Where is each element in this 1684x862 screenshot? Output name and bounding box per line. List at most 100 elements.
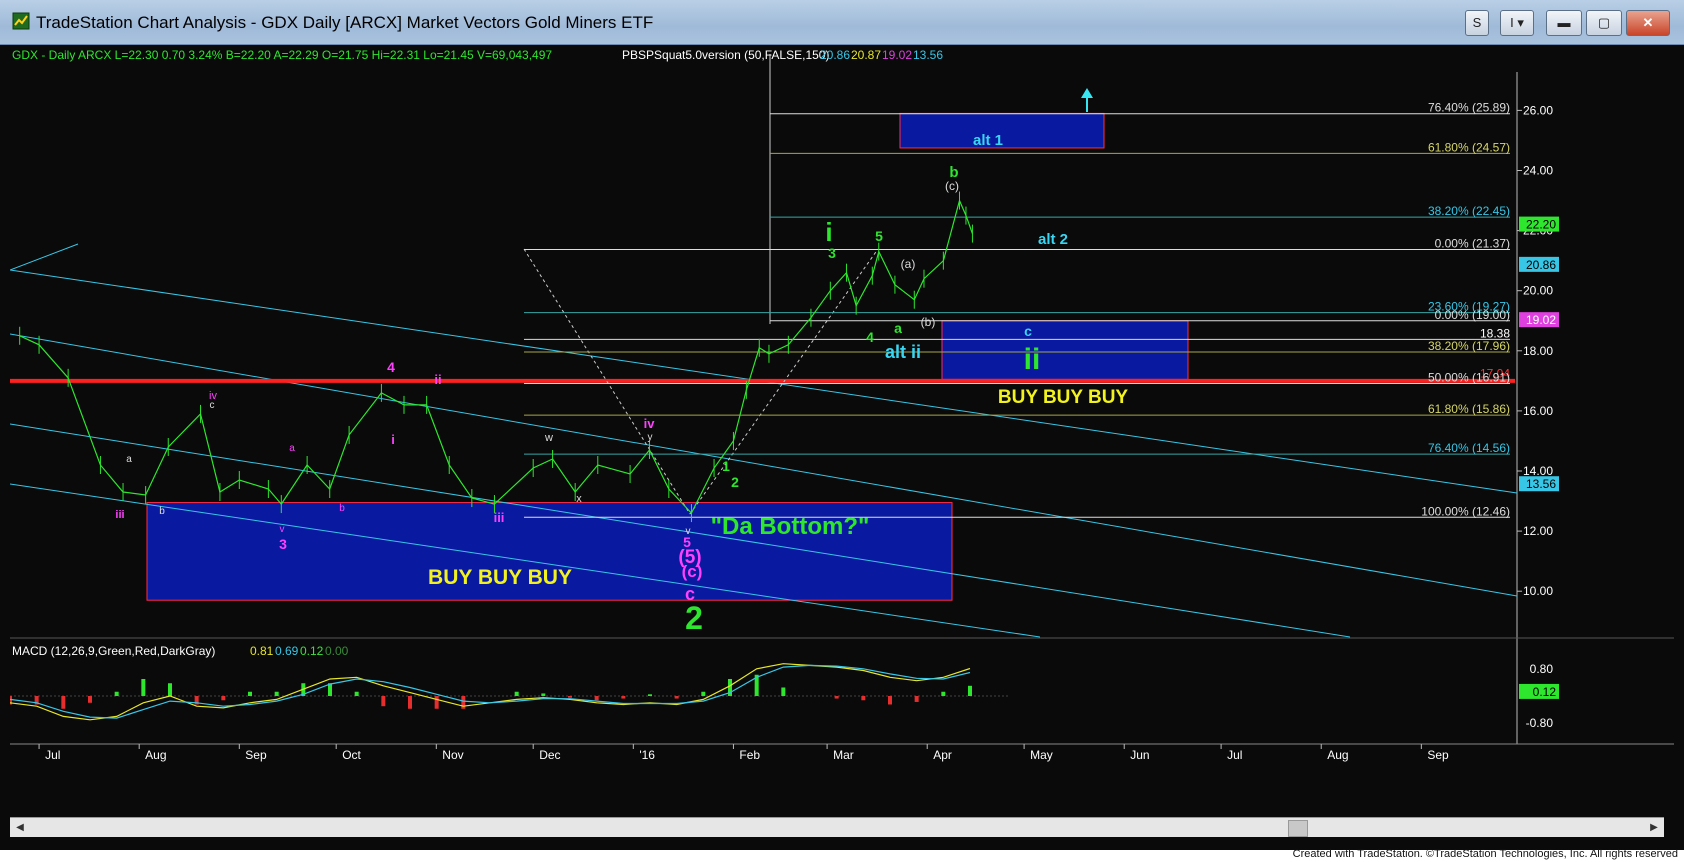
horizontal-scrollbar[interactable]: ◀ ▶ bbox=[10, 817, 1664, 837]
close-button[interactable]: ✕ bbox=[1626, 10, 1670, 36]
macd-value: 0.12 bbox=[300, 644, 324, 658]
annotation-b_mag: b bbox=[339, 503, 345, 514]
maximize-button[interactable]: ▢ bbox=[1586, 10, 1622, 36]
macd-y-tick-label: -0.80 bbox=[1526, 716, 1554, 730]
indicator-name: PBSPSquat5.0version (50,FALSE,150) bbox=[622, 48, 829, 62]
y-tick-label: 12.00 bbox=[1523, 524, 1553, 538]
annotation-wave_a_paren: (a) bbox=[901, 257, 916, 271]
annotation-wave_iii: iii bbox=[494, 510, 505, 525]
price-chart[interactable]: 76.40% (25.89) 61.80% (24.57) 38.20% (22.4… bbox=[10, 44, 1674, 819]
macd-histogram-bar bbox=[888, 696, 892, 705]
annotation-small_box_label: BUY BUY BUY bbox=[998, 387, 1129, 408]
annotation-alt1: alt 1 bbox=[973, 132, 1003, 149]
fib-level-label: 61.80% (24.57) bbox=[1428, 140, 1510, 154]
tradestation-app-icon bbox=[12, 12, 30, 30]
window-title: TradeStation Chart Analysis - GDX Daily … bbox=[36, 13, 654, 32]
annotation-c_small: c bbox=[210, 400, 215, 411]
y-tick-label: 26.00 bbox=[1523, 103, 1553, 117]
chevron-down-icon: ▾ bbox=[1517, 15, 1524, 30]
target-arrow-up-icon bbox=[1081, 88, 1093, 98]
macd-label: MACD (12,26,9,Green,Red,DarkGray) bbox=[12, 644, 215, 658]
annotation-wave_ii_mag: ii bbox=[434, 372, 441, 387]
macd-panel: MACD (12,26,9,Green,Red,DarkGray) 0.81 0.… bbox=[10, 644, 1559, 730]
time-axis: Jul Aug Sep Oct Nov Dec '16 Feb Mar Apr May Jun Jul A… bbox=[38, 744, 1449, 762]
x-tick-label: Aug bbox=[145, 748, 166, 762]
x-tick-label: Aug bbox=[1327, 748, 1348, 762]
scroll-right-icon[interactable]: ▶ bbox=[1646, 820, 1662, 835]
close-icon: ✕ bbox=[1642, 15, 1654, 30]
x-tick-label: Feb bbox=[739, 748, 760, 762]
minimize-button[interactable]: ▬ bbox=[1546, 10, 1582, 36]
annotation-wave_2_small: 2 bbox=[731, 474, 739, 490]
macd-histogram-bar bbox=[114, 691, 119, 696]
macd-histogram-bar bbox=[621, 696, 626, 699]
fib-level-label: 38.20% (17.96) bbox=[1428, 339, 1510, 353]
chart-area[interactable]: 76.40% (25.89) 61.80% (24.57) 38.20% (22.4… bbox=[10, 44, 1674, 824]
macd-histogram-bar bbox=[514, 691, 519, 696]
small-buy-zone bbox=[941, 320, 1189, 380]
macd-histogram-bar bbox=[968, 685, 972, 696]
annotation-b_small: b bbox=[159, 506, 165, 517]
fib-level-label: 100.00% (12.46) bbox=[1421, 504, 1510, 518]
fibonacci-levels: 76.40% (25.89) 61.80% (24.57) 38.20% (22.4… bbox=[524, 101, 1510, 518]
macd-histogram-bar bbox=[408, 696, 412, 709]
annotation-v_mag: v bbox=[280, 524, 285, 535]
x-tick-label: Sep bbox=[245, 748, 267, 762]
annotation-wave_i_mag: i bbox=[391, 432, 395, 447]
indicator-value: 20.87 bbox=[851, 48, 881, 62]
i-menu-button[interactable]: I ▾ bbox=[1500, 10, 1534, 36]
annotation-wave_4: 4 bbox=[866, 329, 874, 345]
annotation-wave_3: 3 bbox=[828, 245, 836, 261]
y-tick-label: 10.00 bbox=[1523, 584, 1553, 598]
fib-level-label: 76.40% (14.56) bbox=[1428, 441, 1510, 455]
macd-histogram-bar bbox=[221, 696, 226, 701]
x-tick-label: Jul bbox=[45, 748, 60, 762]
channel-stub bbox=[10, 243, 79, 271]
x-tick-label: Jul bbox=[1227, 748, 1242, 762]
fib-level-label: 50.00% (16.91) bbox=[1428, 371, 1510, 385]
annotation-y_small: y bbox=[648, 432, 653, 443]
y-tick-label: 24.00 bbox=[1523, 164, 1553, 178]
fib-level-label: 0.00% (19.00) bbox=[1435, 308, 1510, 322]
annotation-big_box_label: BUY BUY BUY bbox=[428, 566, 572, 589]
annotation-c_cyan: c bbox=[1024, 323, 1032, 339]
price-tag-label: 13.56 bbox=[1526, 477, 1556, 491]
macd-histogram-bar bbox=[861, 696, 866, 701]
x-tick-label: May bbox=[1030, 748, 1053, 762]
annotation-alt_ii: alt ii bbox=[885, 342, 921, 362]
annotation-v_small: v bbox=[686, 526, 691, 537]
macd-y-tick-label: 0.80 bbox=[1530, 662, 1554, 676]
i-menu-label: I bbox=[1510, 15, 1514, 30]
s-menu-button[interactable]: S bbox=[1465, 10, 1489, 36]
macd-value: 0.00 bbox=[325, 644, 349, 658]
annotation-wave_a: a bbox=[894, 320, 902, 336]
price-axis: 10.0012.0014.0016.0018.0020.0022.0024.00… bbox=[1517, 103, 1559, 598]
macd-histogram-bar bbox=[781, 687, 786, 696]
fib-level-label: 61.80% (15.86) bbox=[1428, 402, 1510, 416]
indicator-value: 13.56 bbox=[913, 48, 943, 62]
title-bar[interactable]: TradeStation Chart Analysis - GDX Daily … bbox=[0, 0, 1684, 45]
x-tick-label: Jun bbox=[1130, 748, 1149, 762]
macd-histogram-bar bbox=[941, 691, 946, 696]
annotation-wave_i_big: i bbox=[825, 217, 832, 247]
macd-histogram-bar bbox=[168, 683, 172, 696]
annotation-x_small: x bbox=[576, 493, 582, 505]
macd-histogram-bar bbox=[674, 696, 679, 699]
scroll-left-icon[interactable]: ◀ bbox=[12, 820, 28, 835]
y-tick-label: 20.00 bbox=[1523, 284, 1553, 298]
macd-signal-line bbox=[10, 664, 971, 719]
macd-histogram-bar bbox=[461, 696, 466, 709]
macd-histogram-bar bbox=[141, 679, 146, 696]
x-tick-label: '16 bbox=[639, 748, 655, 762]
macd-value: 0.81 bbox=[250, 644, 274, 658]
x-tick-label: Dec bbox=[539, 748, 560, 762]
chart-header: GDX - Daily ARCX L=22.30 0.70 3.24% B=22… bbox=[12, 48, 943, 62]
maximize-icon: ▢ bbox=[1597, 15, 1611, 30]
price-tag-label: 19.02 bbox=[1526, 313, 1556, 327]
annotation-w_small: w bbox=[544, 432, 553, 444]
macd-histogram-bar bbox=[541, 693, 546, 696]
scroll-thumb[interactable] bbox=[1288, 820, 1308, 837]
x-tick-label: Apr bbox=[933, 748, 952, 762]
price-tag-label: 22.20 bbox=[1526, 218, 1556, 232]
macd-value: 0.69 bbox=[275, 644, 299, 658]
